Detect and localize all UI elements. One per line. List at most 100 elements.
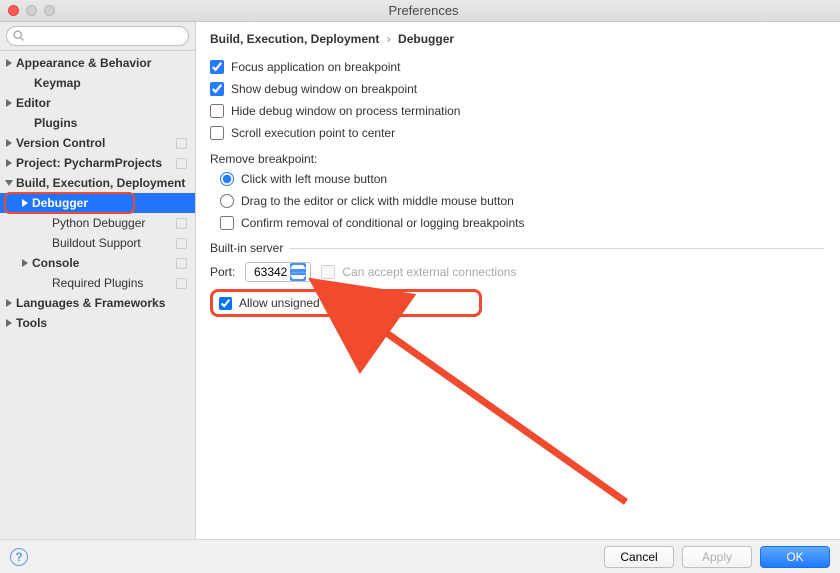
- sidebar-item-label: Editor: [16, 96, 189, 110]
- help-icon[interactable]: ?: [10, 548, 28, 566]
- ok-button[interactable]: OK: [760, 546, 830, 568]
- scroll-checkbox-row[interactable]: Scroll execution point to center: [210, 122, 824, 144]
- modified-icon: [176, 238, 187, 249]
- show-checkbox-row[interactable]: Show debug window on breakpoint: [210, 78, 824, 100]
- cancel-button[interactable]: Cancel: [604, 546, 674, 568]
- remove-drag-label: Drag to the editor or click with middle …: [241, 194, 514, 208]
- remove-click-label: Click with left mouse button: [241, 172, 387, 186]
- disclosure-triangle-icon[interactable]: [6, 139, 12, 147]
- footer: ? Cancel Apply OK: [0, 539, 840, 573]
- remove-breakpoint-label: Remove breakpoint:: [210, 152, 824, 166]
- sidebar-item-label: Buildout Support: [52, 236, 172, 250]
- scroll-label: Scroll execution point to center: [231, 126, 395, 140]
- focus-label: Focus application on breakpoint: [231, 60, 400, 74]
- scroll-checkbox[interactable]: [210, 126, 224, 140]
- sidebar-item-languages-frameworks[interactable]: Languages & Frameworks: [0, 293, 195, 313]
- sidebar-item-label: Python Debugger: [52, 216, 172, 230]
- sidebar-item-python-debugger[interactable]: Python Debugger: [0, 213, 195, 233]
- port-label: Port:: [210, 265, 235, 279]
- stepper-up-icon[interactable]: [290, 263, 306, 273]
- breadcrumb-b: Debugger: [398, 32, 454, 46]
- search-icon: [12, 29, 25, 42]
- sidebar-item-console[interactable]: Console: [0, 253, 195, 273]
- sidebar-item-label: Required Plugins: [52, 276, 172, 290]
- apply-button[interactable]: Apply: [682, 546, 752, 568]
- focus-checkbox-row[interactable]: Focus application on breakpoint: [210, 56, 824, 78]
- sidebar-item-buildout-support[interactable]: Buildout Support: [0, 233, 195, 253]
- sidebar-item-label: Console: [32, 256, 172, 270]
- breadcrumb-a: Build, Execution, Deployment: [210, 32, 379, 46]
- port-stepper[interactable]: [290, 263, 306, 281]
- remove-drag-row[interactable]: Drag to the editor or click with middle …: [210, 190, 824, 212]
- hide-checkbox-row[interactable]: Hide debug window on process termination: [210, 100, 824, 122]
- modified-icon: [176, 278, 187, 289]
- port-field: [245, 262, 311, 282]
- search-bar: [0, 22, 195, 51]
- sidebar-item-plugins[interactable]: Plugins: [0, 113, 195, 133]
- modified-icon: [176, 138, 187, 149]
- sidebar-item-tools[interactable]: Tools: [0, 313, 195, 333]
- sidebar-item-label: Project: PycharmProjects: [16, 156, 172, 170]
- window-controls: [8, 5, 55, 16]
- disclosure-triangle-icon[interactable]: [22, 199, 28, 207]
- chevron-right-icon: ›: [383, 32, 395, 46]
- disclosure-triangle-icon[interactable]: [6, 59, 12, 67]
- port-input[interactable]: [246, 265, 290, 279]
- sidebar-item-project-pycharmprojects[interactable]: Project: PycharmProjects: [0, 153, 195, 173]
- confirm-removal-label: Confirm removal of conditional or loggin…: [241, 216, 524, 230]
- minimize-icon[interactable]: [26, 5, 37, 16]
- disclosure-triangle-icon[interactable]: [6, 319, 12, 327]
- sidebar-item-label: Appearance & Behavior: [16, 56, 189, 70]
- sidebar: Appearance & Behavior Keymap Editor Plugins…: [0, 22, 196, 539]
- modified-icon: [176, 258, 187, 269]
- sidebar-item-keymap[interactable]: Keymap: [0, 73, 195, 93]
- allow-unsigned-checkbox[interactable]: [219, 297, 232, 310]
- sidebar-item-appearance-behavior[interactable]: Appearance & Behavior: [0, 53, 195, 73]
- sidebar-item-build-execution-deployment[interactable]: Build, Execution, Deployment: [0, 173, 195, 193]
- close-icon[interactable]: [8, 5, 19, 16]
- sidebar-item-label: Version Control: [16, 136, 172, 150]
- hide-label: Hide debug window on process termination: [231, 104, 460, 118]
- builtin-server-legend: Built-in server: [210, 241, 289, 255]
- remove-click-row[interactable]: Click with left mouse button: [210, 168, 824, 190]
- accept-connections-row[interactable]: Can accept external connections: [321, 261, 516, 283]
- accept-connections-label: Can accept external connections: [342, 265, 516, 279]
- modified-icon: [176, 218, 187, 229]
- show-checkbox[interactable]: [210, 82, 224, 96]
- accept-connections-checkbox[interactable]: [321, 265, 335, 279]
- focus-checkbox[interactable]: [210, 60, 224, 74]
- sidebar-item-required-plugins[interactable]: Required Plugins: [0, 273, 195, 293]
- breadcrumb: Build, Execution, Deployment › Debugger: [210, 32, 824, 46]
- confirm-removal-row[interactable]: Confirm removal of conditional or loggin…: [210, 212, 824, 234]
- hide-checkbox[interactable]: [210, 104, 224, 118]
- search-input[interactable]: [6, 26, 189, 46]
- sidebar-item-label: Keymap: [34, 76, 189, 90]
- zoom-icon[interactable]: [44, 5, 55, 16]
- stepper-down-icon[interactable]: [290, 273, 306, 282]
- disclosure-triangle-icon[interactable]: [5, 180, 13, 186]
- modified-icon: [176, 158, 187, 169]
- sidebar-item-label: Tools: [16, 316, 189, 330]
- settings-tree: Appearance & Behavior Keymap Editor Plugins…: [0, 51, 195, 539]
- allow-unsigned-label: Allow unsigned requests: [239, 296, 369, 310]
- sidebar-item-debugger[interactable]: Debugger: [0, 193, 195, 213]
- disclosure-triangle-icon[interactable]: [6, 299, 12, 307]
- sidebar-item-label: Plugins: [34, 116, 189, 130]
- disclosure-triangle-icon[interactable]: [22, 259, 28, 267]
- remove-click-radio[interactable]: [220, 172, 234, 186]
- sidebar-item-label: Languages & Frameworks: [16, 296, 189, 310]
- sidebar-item-editor[interactable]: Editor: [0, 93, 195, 113]
- sidebar-item-version-control[interactable]: Version Control: [0, 133, 195, 153]
- disclosure-triangle-icon[interactable]: [6, 159, 12, 167]
- show-label: Show debug window on breakpoint: [231, 82, 417, 96]
- allow-unsigned-row[interactable]: Allow unsigned requests: [210, 289, 482, 317]
- content-pane: Build, Execution, Deployment › Debugger …: [196, 22, 840, 539]
- sidebar-item-label: Build, Execution, Deployment: [16, 176, 189, 190]
- remove-drag-radio[interactable]: [220, 194, 234, 208]
- builtin-server-group: Built-in server Port: Can accept externa…: [210, 248, 824, 317]
- titlebar: Preferences: [0, 0, 840, 22]
- window-title: Preferences: [55, 3, 832, 18]
- confirm-removal-checkbox[interactable]: [220, 216, 234, 230]
- disclosure-triangle-icon[interactable]: [6, 99, 12, 107]
- sidebar-item-label: Debugger: [32, 196, 189, 210]
